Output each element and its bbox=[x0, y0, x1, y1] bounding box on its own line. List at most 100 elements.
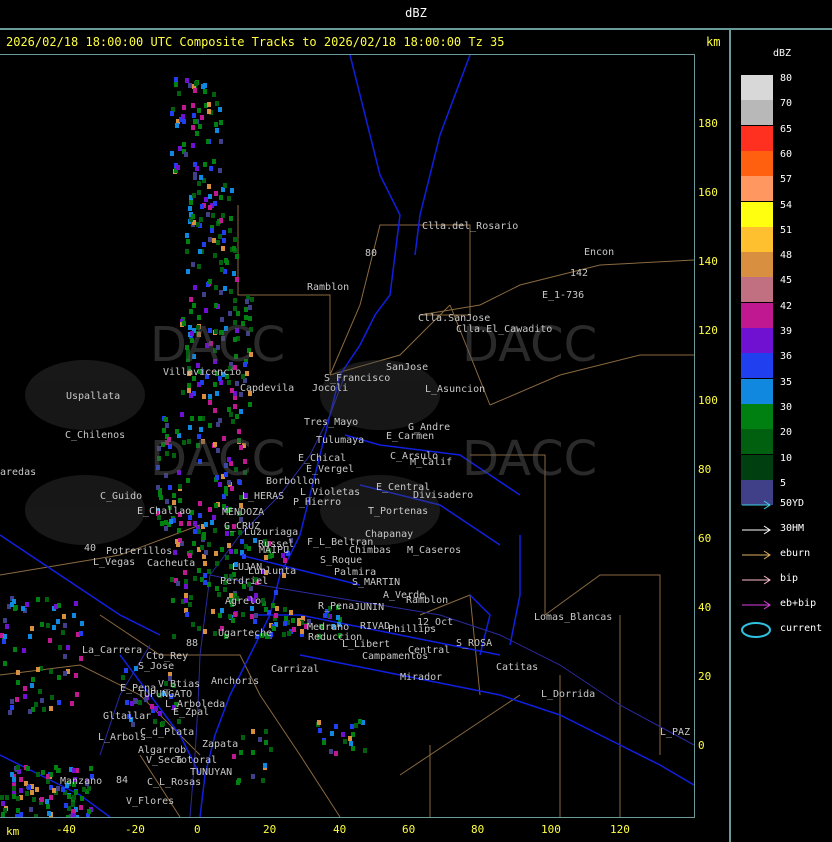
legend-swatch bbox=[741, 378, 773, 404]
place-label: 88 bbox=[186, 638, 199, 649]
place-label: M_Calif bbox=[410, 457, 453, 468]
legend-label: 10 bbox=[780, 452, 793, 464]
place-label: E_Vergel bbox=[306, 464, 355, 475]
place-label: L_PAZ bbox=[660, 727, 691, 738]
track-arrow-icon bbox=[742, 550, 771, 560]
y-tick-label: 0 bbox=[698, 739, 705, 752]
legend-label: 45 bbox=[780, 275, 793, 287]
place-label: C_d_Plata bbox=[140, 727, 195, 738]
place-label: Cacheuta bbox=[147, 558, 196, 569]
y-tick-label: 80 bbox=[698, 463, 712, 476]
place-label: R_Pena bbox=[318, 601, 355, 612]
place-label: L_Libert bbox=[342, 639, 391, 650]
legend-label: 70 bbox=[780, 98, 793, 110]
legend-label: 65 bbox=[780, 123, 793, 135]
place-label: Villavicencio bbox=[163, 367, 242, 378]
legend-swatch bbox=[741, 252, 773, 278]
y-tick-label: 140 bbox=[698, 255, 718, 268]
place-label: E_1-736 bbox=[542, 290, 585, 301]
place-label: Tres_Mayo bbox=[304, 417, 359, 428]
x-unit-label: km bbox=[6, 825, 20, 838]
x-tick-label: 100 bbox=[541, 823, 561, 836]
place-label: 40 bbox=[84, 543, 97, 554]
radar-map[interactable]: DACC DACC DACC DACC Clla.del_Rosario Enco… bbox=[0, 54, 695, 818]
legend-label: 54 bbox=[780, 199, 793, 211]
x-tick-label: 80 bbox=[471, 823, 485, 836]
place-label: C_Guido bbox=[100, 491, 143, 502]
place-label: Jocoli bbox=[312, 383, 349, 394]
place-label: Mirador bbox=[400, 672, 443, 683]
watermark-text: DACC bbox=[462, 431, 598, 487]
track-arrow-icon bbox=[742, 600, 771, 610]
place-label: Carrizal bbox=[271, 664, 320, 675]
place-label: 142 bbox=[570, 268, 589, 279]
legend-swatch bbox=[741, 429, 773, 455]
x-tick-label: -40 bbox=[56, 823, 76, 836]
place-label: MENDOZA bbox=[222, 507, 265, 518]
legend-swatch bbox=[741, 176, 773, 202]
place-label: Luzuriaga bbox=[244, 527, 299, 538]
place-label: Ramblon bbox=[307, 282, 350, 293]
legend-label: 80 bbox=[780, 73, 793, 84]
place-label: SanJose bbox=[386, 362, 429, 373]
place-label: Gltallar bbox=[103, 711, 152, 722]
place-label: S_Roque bbox=[320, 555, 363, 566]
track-label: bip bbox=[780, 573, 799, 584]
composite-title: 2026/02/18 18:00:00 UTC Composite Tracks… bbox=[6, 35, 505, 49]
legend-label: 60 bbox=[780, 148, 793, 160]
place-label: L_Dorrida bbox=[541, 689, 596, 700]
place-label: 12_Oct bbox=[417, 617, 454, 628]
legend-swatch bbox=[741, 125, 773, 151]
track-label: eburn bbox=[780, 548, 811, 559]
map-header: 2026/02/18 18:00:00 UTC Composite Tracks… bbox=[0, 30, 728, 54]
legend-label: 42 bbox=[780, 300, 793, 312]
legend-swatch bbox=[741, 353, 773, 379]
x-tick-label: 120 bbox=[610, 823, 630, 836]
place-label: Clla.SanJose bbox=[418, 313, 491, 324]
place-label: E_Carmen bbox=[386, 431, 435, 442]
legend-swatch bbox=[741, 454, 773, 480]
place-label: Potrerillos bbox=[106, 546, 173, 557]
place-label: M_Caseros bbox=[407, 545, 462, 556]
y-tick-label: 20 bbox=[698, 670, 712, 683]
y-tick-label: 100 bbox=[698, 394, 718, 407]
x-tick-label: 20 bbox=[263, 823, 277, 836]
y-tick-label: 160 bbox=[698, 186, 718, 199]
place-label: Tulumaya bbox=[316, 435, 365, 446]
place-label: L_Arbols bbox=[98, 732, 147, 743]
title-bar: dBZ bbox=[0, 0, 832, 30]
place-label: Ramblon bbox=[406, 595, 449, 606]
x-tick-label: 0 bbox=[194, 823, 201, 836]
place-label: Lomas_Blancas bbox=[534, 612, 613, 623]
legend-swatch bbox=[741, 100, 773, 126]
window-title: dBZ bbox=[405, 6, 427, 20]
place-label: C_L_Rosas bbox=[147, 777, 202, 788]
place-label: C_Chilenos bbox=[65, 430, 126, 441]
legend-label: 36 bbox=[780, 351, 793, 363]
legend-swatch bbox=[741, 226, 773, 252]
legend-swatch bbox=[741, 150, 773, 176]
track-label: current bbox=[780, 623, 823, 634]
legend-label: 30 bbox=[780, 401, 793, 413]
place-label: E_Zpal bbox=[173, 707, 210, 718]
track-arrow-icon bbox=[742, 525, 771, 535]
place-label: Central bbox=[408, 645, 451, 656]
y-tick-label: 120 bbox=[698, 324, 718, 337]
x-tick-label: 40 bbox=[333, 823, 347, 836]
place-label: S_MARTIN bbox=[352, 577, 401, 588]
place-label: S_Jose bbox=[138, 661, 175, 672]
track-label: 30HM bbox=[780, 523, 805, 534]
place-label: JUNIN bbox=[354, 602, 385, 613]
place-label: Agrelo bbox=[225, 596, 262, 607]
legend-swatch bbox=[741, 302, 773, 328]
place-label: Borbollon bbox=[266, 476, 321, 487]
place-label: RIVAD bbox=[360, 621, 391, 632]
place-label: Catitas bbox=[496, 662, 539, 673]
place-label: E_Challao bbox=[137, 506, 192, 517]
place-label: Anchoris bbox=[211, 676, 260, 687]
track-label: 50YD bbox=[780, 498, 805, 509]
place-label: Ugarteche bbox=[218, 628, 273, 639]
place-label: L_Asuncion bbox=[425, 384, 486, 395]
legend-swatch bbox=[741, 328, 773, 353]
legend-label: 51 bbox=[780, 224, 793, 236]
